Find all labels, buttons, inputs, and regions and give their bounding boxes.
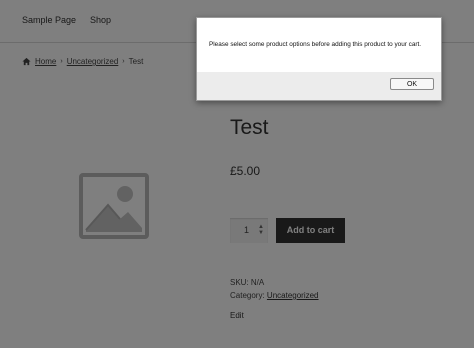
alert-message: Please select some product options befor… [209, 41, 422, 48]
ok-button[interactable]: OK [390, 78, 434, 90]
alert-dialog: Please select some product options befor… [196, 17, 442, 101]
alert-body: Please select some product options befor… [197, 18, 441, 72]
